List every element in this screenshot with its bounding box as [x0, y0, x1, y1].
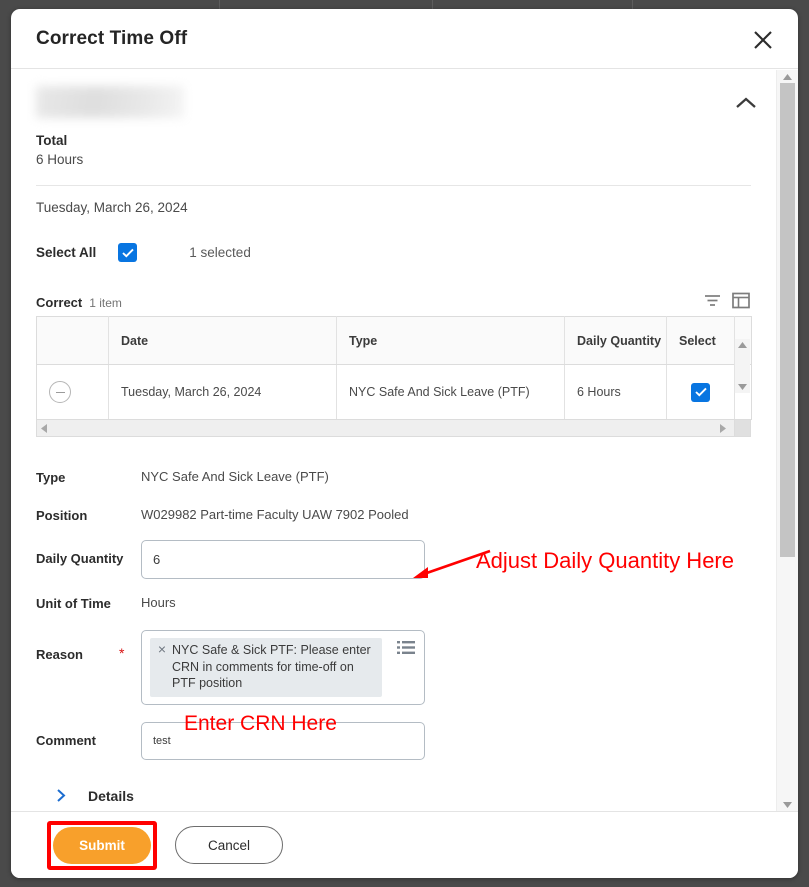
cell-date: Tuesday, March 26, 2024: [108, 364, 337, 420]
field-unit-of-time: Unit of Time Hours: [36, 594, 751, 611]
grid-caption: Correct 1 item: [36, 290, 751, 310]
field-daily-quantity: Daily Quantity 6: [36, 540, 751, 579]
remove-pill-icon[interactable]: ×: [154, 642, 170, 657]
employee-header: [11, 70, 776, 126]
scroll-down-icon[interactable]: [777, 798, 798, 811]
filter-icon[interactable]: [702, 290, 722, 310]
comment-input[interactable]: test: [141, 721, 425, 760]
table-row: Tuesday, March 26, 2024 NYC Safe And Sic…: [36, 364, 752, 420]
correct-time-off-dialog: Correct Time Off Total 6 Hours Tuesday, …: [11, 9, 798, 878]
field-type: Type NYC Safe And Sick Leave (PTF): [36, 468, 751, 485]
scrollbar-corner: [734, 420, 750, 436]
chevron-right-icon: [56, 788, 74, 803]
dialog-scrollbar-thumb[interactable]: [780, 83, 795, 557]
submit-highlight-box: Submit: [47, 820, 157, 870]
required-asterisk: *: [119, 645, 125, 661]
scroll-down-icon: [738, 384, 747, 390]
column-header-date[interactable]: Date: [108, 316, 337, 365]
time-off-table: Date Type Daily Quantity Select Tuesday,…: [36, 316, 752, 420]
column-header-daily-quantity[interactable]: Daily Quantity: [564, 316, 667, 365]
details-section-toggle[interactable]: Details: [56, 788, 776, 804]
type-label: Type: [36, 470, 66, 485]
submit-button[interactable]: Submit: [53, 826, 151, 864]
scroll-right-icon: [720, 423, 726, 433]
table-vertical-scrollbar[interactable]: [734, 339, 750, 393]
total-label: Total: [36, 133, 68, 148]
total-value: 6 Hours: [36, 152, 84, 167]
chevron-up-icon[interactable]: [732, 92, 760, 114]
total-block: Total 6 Hours: [11, 126, 776, 169]
detail-form: Type NYC Safe And Sick Leave (PTF) Posit…: [36, 468, 751, 760]
dialog-footer: Submit Cancel: [11, 811, 798, 878]
cell-type: NYC Safe And Sick Leave (PTF): [336, 364, 565, 420]
select-all-row: Select All 1 selected: [11, 215, 776, 262]
correct-grid: Correct 1 item Date Type Daily Quantity …: [36, 290, 752, 437]
date-heading: Tuesday, March 26, 2024: [36, 200, 188, 215]
select-all-checkbox[interactable]: [118, 243, 138, 262]
comment-value: test: [153, 734, 171, 747]
minus-circle-icon[interactable]: [49, 381, 71, 403]
column-header-select[interactable]: Select: [666, 316, 735, 365]
cell-select: [666, 364, 735, 420]
select-all-label: Select All: [36, 245, 97, 260]
comment-label: Comment: [36, 732, 96, 748]
grid-item-count: 1 item: [89, 296, 122, 310]
dialog-header: Correct Time Off: [11, 9, 798, 69]
list-prompt-icon[interactable]: [397, 640, 415, 656]
unit-of-time-label: Unit of Time: [36, 596, 111, 611]
table-header-row: Date Type Daily Quantity Select: [36, 316, 752, 365]
reason-selected-pill: × NYC Safe & Sick PTF: Please enter CRN …: [150, 638, 382, 697]
details-label: Details: [88, 787, 134, 804]
row-remove-cell: [36, 364, 109, 420]
grid-title: Correct: [36, 295, 83, 310]
cell-daily-quantity: 6 Hours: [564, 364, 667, 420]
field-comment: Comment test: [36, 721, 751, 760]
daily-quantity-input[interactable]: 6: [141, 540, 425, 579]
selected-count: 1 selected: [189, 245, 251, 260]
type-value: NYC Safe And Sick Leave (PTF): [141, 469, 329, 484]
position-label: Position: [36, 508, 88, 523]
scroll-up-icon[interactable]: [777, 70, 798, 83]
reason-pill-text: NYC Safe & Sick PTF: Please enter CRN in…: [172, 643, 371, 690]
dialog-scrollbar[interactable]: [776, 70, 798, 811]
reason-multiselect[interactable]: × NYC Safe & Sick PTF: Please enter CRN …: [141, 630, 425, 705]
grid-view-icon[interactable]: [731, 290, 751, 310]
table-horizontal-scrollbar[interactable]: [36, 420, 751, 437]
scroll-left-icon: [41, 423, 47, 433]
field-reason: Reason * × NYC Safe & Sick PTF: Please e…: [36, 630, 751, 705]
column-header-type[interactable]: Type: [336, 316, 565, 365]
daily-quantity-label: Daily Quantity: [36, 551, 124, 566]
close-icon[interactable]: [750, 27, 776, 53]
redacted-employee-name: [36, 86, 184, 118]
row-select-checkbox[interactable]: [691, 382, 710, 402]
unit-of-time-value: Hours: [141, 595, 176, 610]
cancel-button[interactable]: Cancel: [175, 826, 283, 864]
field-position: Position W029982 Part-time Faculty UAW 7…: [36, 506, 751, 523]
scroll-up-icon: [738, 342, 747, 348]
position-value: W029982 Part-time Faculty UAW 7902 Poole…: [141, 507, 409, 522]
page-title: Correct Time Off: [36, 27, 188, 49]
dialog-body: Total 6 Hours Tuesday, March 26, 2024 Se…: [11, 70, 798, 811]
column-header-actions[interactable]: [36, 316, 109, 365]
